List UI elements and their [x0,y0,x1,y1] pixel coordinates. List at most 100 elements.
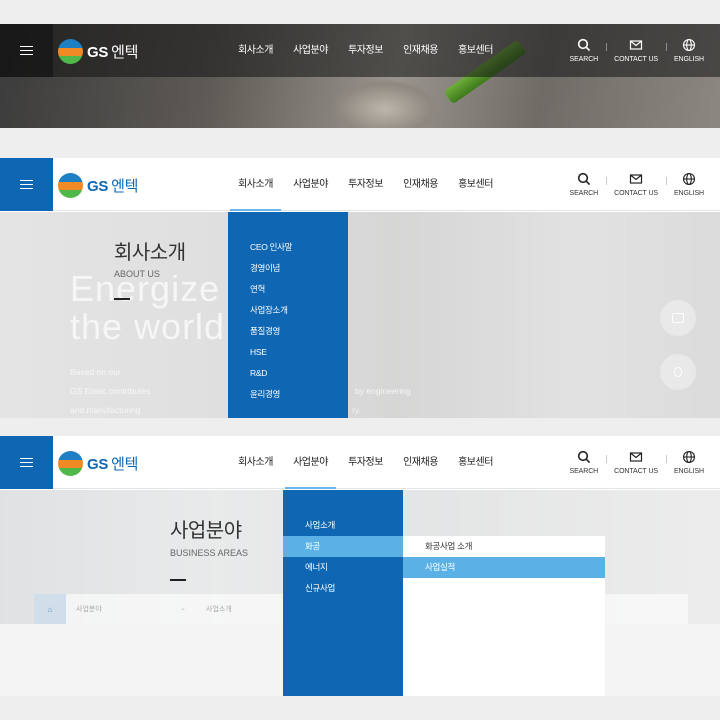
nav-business[interactable]: 사업분야 [283,24,338,77]
contact-label: CONTACT US [614,468,658,475]
dropdown-item-sites[interactable]: 사업장소개 [228,300,348,321]
header: GS 엔텍 회사소개 사업분야 투자정보 인재채용 홍보센터 SEARCH CON… [0,436,720,489]
hero-dark-panel: GS 엔텍 회사소개 사업분야 투자정보 인재채용 홍보센터 SEARCH CON… [0,24,720,128]
business-submenu: 화공사업 소개 사업실적 [403,536,605,696]
page-subtitle: BUSINESS AREAS [170,548,249,558]
search-label: SEARCH [569,56,599,63]
utility-nav: SEARCH CONTACT US ENGLISH [562,436,712,489]
dropdown-item-quality[interactable]: 품질경영 [228,321,348,342]
dropdown-item-ceo[interactable]: CEO 인사말 [228,237,348,258]
english-label: ENGLISH [673,468,704,475]
hero-headline-2: the world [70,306,226,347]
utility-nav: SEARCH CONTACT US ENGLISH [562,158,712,211]
logo-mark-icon [58,450,83,476]
dropdown-item-new-business[interactable]: 신규사업 [283,578,403,599]
hero-copy-3b: ry. [352,405,361,415]
title-divider [114,298,130,300]
dropdown-item-philosophy[interactable]: 경영이념 [228,258,348,279]
nav-investor[interactable]: 투자정보 [338,24,393,77]
search-button[interactable]: SEARCH [562,158,607,211]
menu-button[interactable] [0,436,53,489]
nav-pr[interactable]: 홍보센터 [448,158,503,211]
dropdown-item-rnd[interactable]: R&D [228,363,348,384]
header-transparent: GS 엔텍 회사소개 사업분야 투자정보 인재채용 홍보센터 SEARCH CON… [0,24,720,77]
company-dropdown: CEO 인사말 경영이념 연혁 사업장소개 품질경영 HSE R&D 윤리경영 [228,212,348,418]
hamburger-icon [20,179,33,190]
search-button[interactable]: SEARCH [562,436,607,489]
business-dropdown: 사업소개 화공 에너지 신규사업 [283,490,403,696]
english-button[interactable]: ENGLISH [665,158,712,211]
logo-mark-icon [58,38,83,64]
breadcrumb-level-2-label: 사업소개 [206,606,232,613]
english-button[interactable]: ENGLISH [665,24,712,77]
breadcrumb-level-1[interactable]: 사업분야 ⌄ [66,604,196,614]
logo[interactable]: GS 엔텍 [58,38,138,64]
side-quick-button-2[interactable] [660,354,696,390]
home-icon[interactable]: ⌂ [34,594,66,624]
submenu-item-track-record[interactable]: 사업실적 [403,557,605,578]
logo-gs: GS [87,177,109,195]
contact-button[interactable]: CONTACT US [606,24,666,77]
title-divider [170,579,186,581]
contact-label: CONTACT US [614,190,658,197]
breadcrumb-level-1-label: 사업분야 [76,606,102,613]
main-nav: 회사소개 사업분야 투자정보 인재채용 홍보센터 [228,158,503,211]
search-label: SEARCH [569,190,599,197]
nav-company[interactable]: 회사소개 [228,436,283,489]
nav-pr[interactable]: 홍보센터 [448,436,503,489]
dropdown-item-ethics[interactable]: 윤리경영 [228,384,348,405]
mic-icon [674,367,682,377]
menu-button[interactable] [0,158,53,211]
dropdown-item-energy[interactable]: 에너지 [283,557,403,578]
main-nav: 회사소개 사업분야 투자정보 인재채용 홍보센터 [228,24,503,77]
globe-icon [682,450,696,464]
contact-label: CONTACT US [614,56,658,63]
search-icon [577,450,590,464]
hero-copy-3: and manufacturing [70,405,141,415]
globe-icon [682,38,696,52]
nav-careers[interactable]: 인재채용 [393,436,448,489]
utility-nav: SEARCH CONTACT US ENGLISH [562,24,712,77]
dropdown-item-hse[interactable]: HSE [228,342,348,363]
business-panel: 사업분야 BUSINESS AREAS ⌂ 사업분야 ⌄ 사업소개 GS 엔텍 회사… [0,436,720,696]
submenu-item-chemical-intro[interactable]: 화공사업 소개 [403,536,605,557]
hamburger-icon [20,457,33,468]
hero-copy-1: Based on our [70,367,121,377]
search-label: SEARCH [569,468,599,475]
dropdown-item-history[interactable]: 연혁 [228,279,348,300]
mail-icon [629,40,643,50]
logo[interactable]: GS 엔텍 [58,172,138,198]
page-subtitle: ABOUT US [114,269,160,279]
dropdown-item-chemical[interactable]: 화공 [283,536,403,557]
contact-button[interactable]: CONTACT US [606,436,666,489]
nav-investor[interactable]: 투자정보 [338,158,393,211]
menu-button[interactable] [0,24,53,77]
nav-pr[interactable]: 홍보센터 [448,24,503,77]
logo-mark-icon [58,172,83,198]
nav-careers[interactable]: 인재채용 [393,24,448,77]
nav-company[interactable]: 회사소개 [228,158,283,211]
chevron-down-icon: ⌄ [180,605,186,612]
nav-careers[interactable]: 인재채용 [393,158,448,211]
logo-gs: GS [87,43,109,61]
hamburger-icon [20,45,33,56]
about-panel: Energize the world Based on our GS Entec… [0,158,720,418]
dropdown-item-intro[interactable]: 사업소개 [283,515,403,536]
search-button[interactable]: SEARCH [562,24,607,77]
nav-business[interactable]: 사업분야 [283,158,338,211]
logo-gs: GS [87,455,109,473]
contact-button[interactable]: CONTACT US [606,158,666,211]
nav-company[interactable]: 회사소개 [228,24,283,77]
english-label: ENGLISH [673,190,704,197]
nav-business[interactable]: 사업분야 [283,436,338,489]
hero-copy-2b: by engineering [355,386,411,396]
logo-kr: 엔텍 [111,455,139,473]
calendar-icon [672,313,684,323]
side-quick-button[interactable] [660,300,696,336]
nav-investor[interactable]: 투자정보 [338,436,393,489]
english-button[interactable]: ENGLISH [665,436,712,489]
search-icon [577,172,590,186]
logo[interactable]: GS 엔텍 [58,450,138,476]
header: GS 엔텍 회사소개 사업분야 투자정보 인재채용 홍보센터 SEARCH CON… [0,158,720,211]
about-hero: Energize the world Based on our GS Entec… [0,212,720,418]
